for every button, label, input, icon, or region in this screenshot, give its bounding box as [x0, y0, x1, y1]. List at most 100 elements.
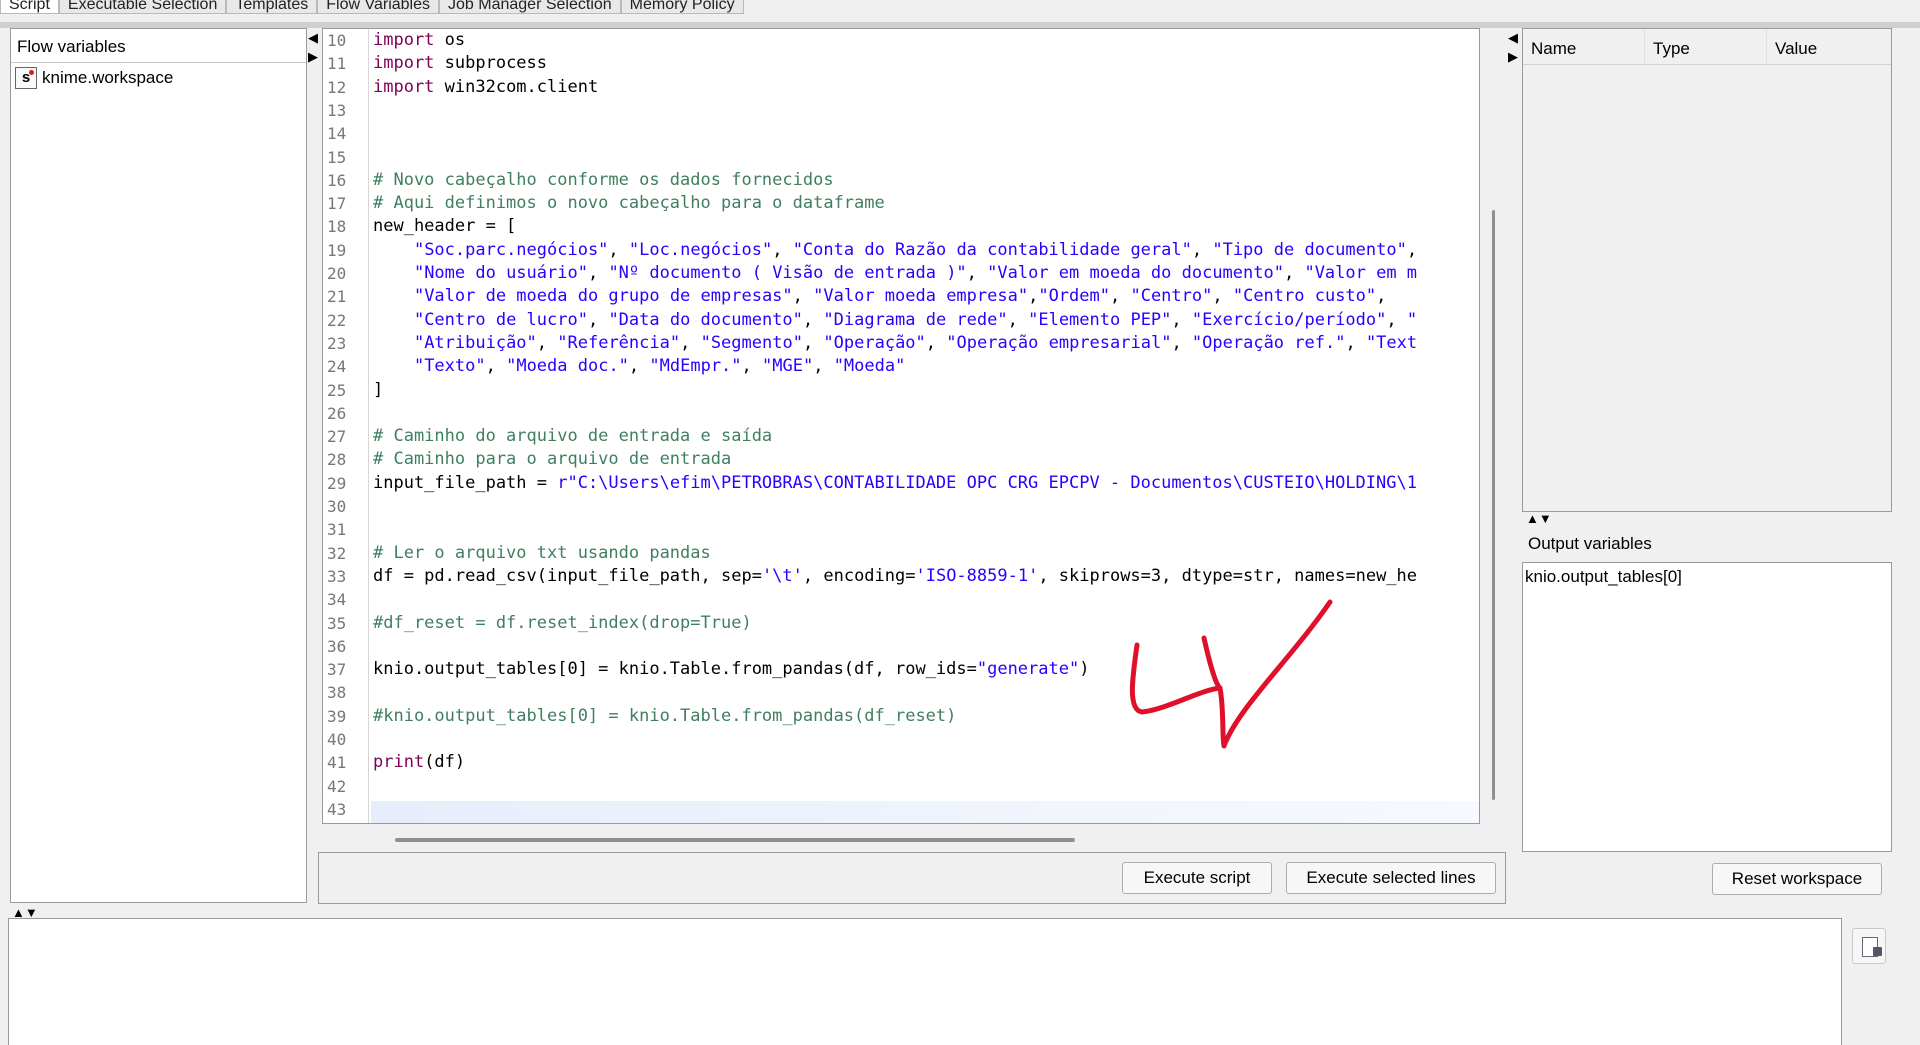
output-variables-header: Output variables: [1522, 526, 1892, 562]
reset-workspace-button[interactable]: Reset workspace: [1712, 863, 1882, 895]
code-line[interactable]: 31: [323, 518, 1479, 541]
line-number: 22: [327, 310, 347, 330]
code-line[interactable]: 42: [323, 775, 1479, 798]
code-line[interactable]: 18 new_header = [: [323, 215, 1479, 238]
string-variable-icon: s: [15, 67, 37, 89]
code-line[interactable]: 27 # Caminho do arquivo de entrada e saíd…: [323, 425, 1479, 448]
line-number: 25: [327, 380, 347, 400]
line-number: 38: [327, 683, 347, 703]
code-line[interactable]: 14: [323, 122, 1479, 145]
editor-horizontal-scrollbar[interactable]: [395, 838, 1075, 842]
code-text: ]: [373, 379, 384, 400]
code-line[interactable]: 15: [323, 146, 1479, 169]
code-text: df = pd.read_csv(input_file_path, sep='\…: [373, 565, 1418, 586]
code-line[interactable]: 24 "Texto", "Moeda doc.", "MdEmpr.", "MG…: [323, 355, 1479, 378]
console-output[interactable]: [8, 918, 1842, 1045]
line-number: 37: [327, 660, 347, 680]
code-text: print(df): [373, 752, 466, 773]
flow-variable-item[interactable]: s knime.workspace: [15, 67, 173, 89]
code-line[interactable]: 19 "Soc.parc.negócios", "Loc.negócios", …: [323, 239, 1479, 262]
line-number: 35: [327, 613, 347, 633]
execute-script-button[interactable]: Execute script: [1122, 862, 1272, 894]
code-text: import subprocess: [373, 53, 548, 74]
line-number: 39: [327, 706, 347, 726]
code-line[interactable]: 43: [323, 798, 1479, 821]
code-line[interactable]: 12 import win32com.client: [323, 76, 1479, 99]
code-text: "Valor de moeda do grupo de empresas", "…: [413, 286, 1387, 307]
column-header-name[interactable]: Name: [1523, 29, 1645, 65]
code-text: #knio.output_tables[0] = knio.Table.from…: [373, 705, 957, 726]
tab-executable-selection[interactable]: Executable Selection: [58, 0, 227, 14]
code-line[interactable]: 11 import subprocess: [323, 52, 1479, 75]
code-line[interactable]: 25]: [323, 379, 1479, 402]
line-number: 23: [327, 333, 347, 353]
line-number: 28: [327, 450, 347, 470]
variables-table-header: Name Type Value: [1523, 29, 1891, 65]
code-line[interactable]: 17 # Aqui definimos o novo cabeçalho para…: [323, 192, 1479, 215]
tab-flow-variables[interactable]: Flow Variables: [317, 0, 440, 14]
line-number: 43: [327, 799, 347, 819]
line-number: 11: [327, 54, 347, 74]
code-text: knio.output_tables[0] = knio.Table.from_…: [373, 659, 1090, 680]
flow-variables-header: Flow variables: [11, 29, 306, 63]
line-number: 30: [327, 497, 347, 516]
line-number: 13: [327, 100, 347, 120]
code-line[interactable]: 33 df = pd.read_csv(input_file_path, sep=…: [323, 565, 1479, 588]
code-line[interactable]: 21 "Valor de moeda do grupo de empresas"…: [323, 285, 1479, 308]
line-number: 20: [327, 264, 347, 283]
code-text: "Nome do usuário", "Nº documento ( Visão…: [413, 263, 1418, 283]
code-line[interactable]: 13: [323, 99, 1479, 122]
tab-job-manager-selection[interactable]: Job Manager Selection: [439, 0, 621, 14]
code-text: "Texto", "Moeda doc.", "MdEmpr.", "MGE",…: [413, 356, 906, 377]
line-number: 41: [327, 753, 347, 773]
expand-left-icon[interactable]: ▶: [308, 50, 318, 63]
line-number: 32: [327, 543, 347, 563]
line-number: 15: [327, 147, 347, 167]
split-collapse-icon[interactable]: ▲▼: [1526, 512, 1552, 525]
code-text: # Caminho do arquivo de entrada e saída: [373, 426, 773, 447]
expand-right-icon[interactable]: ▶: [1508, 50, 1518, 63]
code-line[interactable]: 29 input_file_path = r"C:\Users\efim\PETR…: [323, 472, 1479, 495]
code-line[interactable]: 16 # Novo cabeçalho conforme os dados for…: [323, 169, 1479, 192]
line-number: 34: [327, 590, 347, 610]
code-text: #df_reset = df.reset_index(drop=True): [373, 612, 752, 633]
collapse-left-icon[interactable]: ◀: [308, 31, 318, 44]
line-number: 36: [327, 636, 347, 656]
line-number: 10: [327, 31, 347, 50]
code-line[interactable]: 32 # Ler o arquivo txt usando pandas: [323, 542, 1479, 565]
code-text: new_header = [: [373, 216, 517, 237]
line-number: 24: [327, 357, 347, 377]
execute-selected-lines-button[interactable]: Execute selected lines: [1286, 862, 1496, 894]
line-number: 16: [327, 170, 347, 190]
line-number: 31: [327, 520, 347, 540]
column-header-type[interactable]: Type: [1645, 29, 1767, 65]
line-number: 27: [327, 427, 347, 447]
code-line[interactable]: 23 "Atribuição", "Referência", "Segmento…: [323, 332, 1479, 355]
code-line[interactable]: 22 "Centro de lucro", "Data do documento…: [323, 309, 1479, 332]
flow-variables-panel: Flow variables s knime.workspace: [10, 28, 307, 903]
tab-script[interactable]: Script: [0, 0, 59, 14]
flow-variable-label: knime.workspace: [42, 68, 174, 87]
line-number: 12: [327, 77, 347, 97]
editor-vertical-scrollbar[interactable]: [1492, 210, 1495, 800]
output-variables-list: knio.output_tables[0]: [1522, 562, 1892, 852]
clear-console-icon[interactable]: [1852, 928, 1886, 964]
tab-templates[interactable]: Templates: [226, 0, 318, 14]
line-number: 21: [327, 287, 347, 307]
code-text: input_file_path = r"C:\Users\efim\PETROB…: [373, 472, 1417, 493]
code-line[interactable]: 10 import os: [323, 29, 1479, 52]
collapse-right-icon[interactable]: ◀: [1508, 31, 1518, 44]
code-text: import os: [373, 30, 466, 50]
code-line[interactable]: 28 # Caminho para o arquivo de entrada: [323, 448, 1479, 471]
output-variable-item[interactable]: knio.output_tables[0]: [1523, 563, 1891, 591]
line-number: 19: [327, 240, 347, 260]
line-number: 29: [327, 473, 347, 493]
code-line[interactable]: 20 "Nome do usuário", "Nº documento ( Vi…: [323, 262, 1479, 285]
line-number: 42: [327, 776, 347, 796]
column-header-value[interactable]: Value: [1767, 29, 1891, 65]
code-text: # Novo cabeçalho conforme os dados forne…: [373, 169, 834, 190]
line-number: 18: [327, 217, 347, 237]
tab-memory-policy[interactable]: Memory Policy: [620, 0, 744, 14]
code-line[interactable]: 26: [323, 402, 1479, 425]
code-line[interactable]: 30: [323, 495, 1479, 518]
